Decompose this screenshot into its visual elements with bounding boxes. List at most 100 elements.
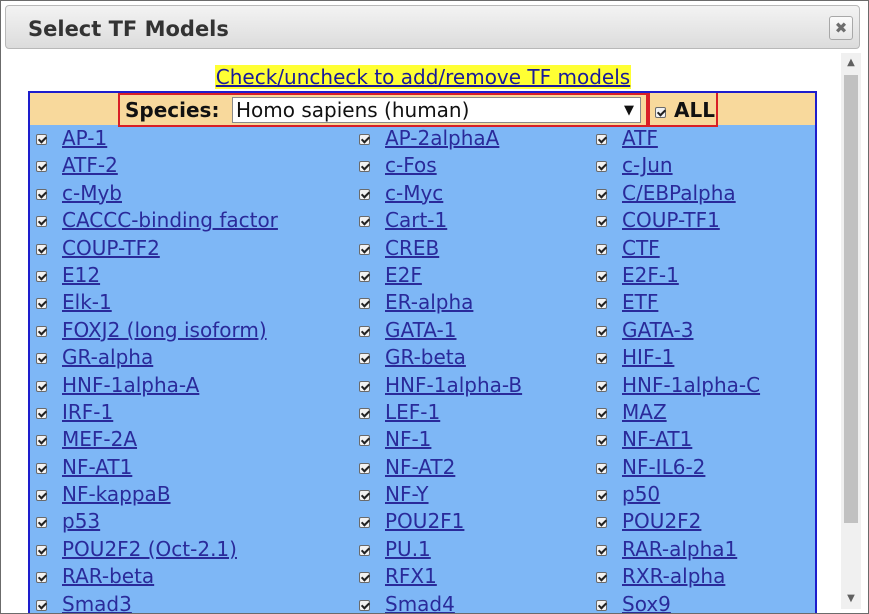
tf-model-checkbox[interactable] bbox=[359, 380, 370, 392]
tf-model-link[interactable]: ATF bbox=[622, 126, 658, 150]
tf-model-checkbox[interactable] bbox=[359, 243, 370, 255]
tf-model-link[interactable]: RFX1 bbox=[385, 564, 437, 588]
check-uncheck-hint-link[interactable]: Check/uncheck to add/remove TF models bbox=[214, 65, 632, 89]
tf-model-link[interactable]: COUP-TF1 bbox=[622, 208, 720, 232]
tf-model-checkbox[interactable] bbox=[359, 134, 370, 145]
tf-model-link[interactable]: c-Fos bbox=[385, 153, 437, 177]
scroll-up-icon[interactable]: ▲ bbox=[841, 53, 861, 73]
tf-model-link[interactable]: HIF-1 bbox=[622, 345, 674, 369]
tf-model-checkbox[interactable] bbox=[596, 517, 607, 529]
tf-model-checkbox[interactable] bbox=[36, 435, 47, 447]
tf-model-checkbox[interactable] bbox=[36, 161, 47, 173]
select-all-checkbox[interactable] bbox=[655, 107, 666, 118]
tf-model-link[interactable]: MEF-2A bbox=[62, 427, 137, 451]
tf-model-checkbox[interactable] bbox=[596, 462, 607, 474]
tf-model-checkbox[interactable] bbox=[359, 298, 370, 310]
scrollbar-thumb[interactable] bbox=[844, 75, 858, 523]
tf-model-link[interactable]: E2F-1 bbox=[622, 263, 679, 287]
tf-model-checkbox[interactable] bbox=[596, 353, 607, 365]
tf-model-checkbox[interactable] bbox=[359, 490, 370, 502]
tf-model-link[interactable]: CREB bbox=[385, 236, 439, 260]
tf-model-checkbox[interactable] bbox=[36, 380, 47, 392]
tf-model-link[interactable]: NF-kappaB bbox=[62, 482, 171, 506]
tf-model-checkbox[interactable] bbox=[36, 216, 47, 228]
tf-model-link[interactable]: COUP-TF2 bbox=[62, 236, 160, 260]
tf-model-link[interactable]: NF-AT1 bbox=[622, 427, 692, 451]
tf-model-link[interactable]: AP-1 bbox=[62, 126, 107, 150]
tf-model-checkbox[interactable] bbox=[596, 216, 607, 228]
tf-model-checkbox[interactable] bbox=[596, 243, 607, 255]
vertical-scrollbar[interactable]: ▲ ▼ bbox=[841, 53, 861, 609]
tf-model-link[interactable]: Sox9 bbox=[622, 592, 671, 613]
tf-model-link[interactable]: E12 bbox=[62, 263, 100, 287]
tf-model-link[interactable]: c-Jun bbox=[622, 153, 673, 177]
tf-model-link[interactable]: HNF-1alpha-B bbox=[385, 373, 522, 397]
tf-model-link[interactable]: PU.1 bbox=[385, 537, 431, 561]
tf-model-link[interactable]: RAR-alpha1 bbox=[622, 537, 737, 561]
tf-model-checkbox[interactable] bbox=[596, 188, 607, 200]
tf-model-checkbox[interactable] bbox=[359, 161, 370, 173]
tf-model-checkbox[interactable] bbox=[36, 517, 47, 529]
scroll-down-icon[interactable]: ▼ bbox=[841, 589, 861, 609]
tf-model-checkbox[interactable] bbox=[359, 216, 370, 228]
tf-model-link[interactable]: ER-alpha bbox=[385, 290, 473, 314]
tf-model-link[interactable]: GATA-1 bbox=[385, 318, 456, 342]
tf-model-checkbox[interactable] bbox=[596, 599, 607, 611]
tf-model-checkbox[interactable] bbox=[36, 298, 47, 310]
tf-model-checkbox[interactable] bbox=[359, 572, 370, 584]
tf-model-link[interactable]: GATA-3 bbox=[622, 318, 693, 342]
tf-model-checkbox[interactable] bbox=[359, 462, 370, 474]
tf-model-checkbox[interactable] bbox=[36, 407, 47, 419]
tf-model-link[interactable]: ETF bbox=[622, 290, 658, 314]
tf-model-link[interactable]: RXR-alpha bbox=[622, 564, 725, 588]
tf-model-link[interactable]: Smad3 bbox=[62, 592, 132, 613]
tf-model-checkbox[interactable] bbox=[596, 298, 607, 310]
tf-model-checkbox[interactable] bbox=[359, 544, 370, 556]
tf-model-checkbox[interactable] bbox=[36, 188, 47, 200]
tf-model-checkbox[interactable] bbox=[36, 462, 47, 474]
tf-model-checkbox[interactable] bbox=[359, 599, 370, 611]
tf-model-link[interactable]: Smad4 bbox=[385, 592, 455, 613]
tf-model-checkbox[interactable] bbox=[596, 435, 607, 447]
tf-model-link[interactable]: c-Myc bbox=[385, 181, 443, 205]
dialog-titlebar[interactable]: Select TF Models ✖ bbox=[5, 5, 860, 49]
tf-model-link[interactable]: HNF-1alpha-A bbox=[62, 373, 199, 397]
tf-model-checkbox[interactable] bbox=[596, 325, 607, 337]
tf-model-checkbox[interactable] bbox=[596, 270, 607, 282]
tf-model-link[interactable]: FOXJ2 (long isoform) bbox=[62, 318, 267, 342]
tf-model-checkbox[interactable] bbox=[596, 572, 607, 584]
tf-model-checkbox[interactable] bbox=[359, 407, 370, 419]
tf-model-checkbox[interactable] bbox=[596, 380, 607, 392]
tf-model-link[interactable]: POU2F1 bbox=[385, 509, 464, 533]
tf-model-checkbox[interactable] bbox=[36, 270, 47, 282]
tf-model-checkbox[interactable] bbox=[596, 490, 607, 502]
tf-model-checkbox[interactable] bbox=[359, 270, 370, 282]
tf-model-link[interactable]: AP-2alphaA bbox=[385, 126, 499, 150]
tf-model-link[interactable]: p50 bbox=[622, 482, 660, 506]
species-select[interactable]: Homo sapiens (human) ▼ bbox=[232, 97, 641, 123]
tf-model-checkbox[interactable] bbox=[36, 490, 47, 502]
tf-model-link[interactable]: NF-1 bbox=[385, 427, 431, 451]
tf-model-checkbox[interactable] bbox=[36, 325, 47, 337]
tf-model-link[interactable]: NF-Y bbox=[385, 482, 429, 506]
tf-model-checkbox[interactable] bbox=[596, 544, 607, 556]
tf-model-checkbox[interactable] bbox=[36, 353, 47, 365]
tf-model-link[interactable]: Elk-1 bbox=[62, 290, 112, 314]
tf-model-link[interactable]: p53 bbox=[62, 509, 100, 533]
tf-model-link[interactable]: LEF-1 bbox=[385, 400, 440, 424]
tf-model-checkbox[interactable] bbox=[36, 243, 47, 255]
tf-model-link[interactable]: E2F bbox=[385, 263, 422, 287]
tf-model-checkbox[interactable] bbox=[36, 572, 47, 584]
tf-model-link[interactable]: Cart-1 bbox=[385, 208, 447, 232]
tf-model-link[interactable]: HNF-1alpha-C bbox=[622, 373, 760, 397]
tf-model-checkbox[interactable] bbox=[359, 325, 370, 337]
tf-model-link[interactable]: NF-IL6-2 bbox=[622, 455, 705, 479]
tf-model-link[interactable]: NF-AT1 bbox=[62, 455, 132, 479]
tf-model-checkbox[interactable] bbox=[36, 134, 47, 145]
tf-model-checkbox[interactable] bbox=[596, 407, 607, 419]
tf-model-checkbox[interactable] bbox=[36, 544, 47, 556]
close-button[interactable]: ✖ bbox=[829, 16, 853, 40]
tf-model-link[interactable]: GR-beta bbox=[385, 345, 466, 369]
tf-model-link[interactable]: CACCC-binding factor bbox=[62, 208, 278, 232]
tf-model-checkbox[interactable] bbox=[359, 517, 370, 529]
